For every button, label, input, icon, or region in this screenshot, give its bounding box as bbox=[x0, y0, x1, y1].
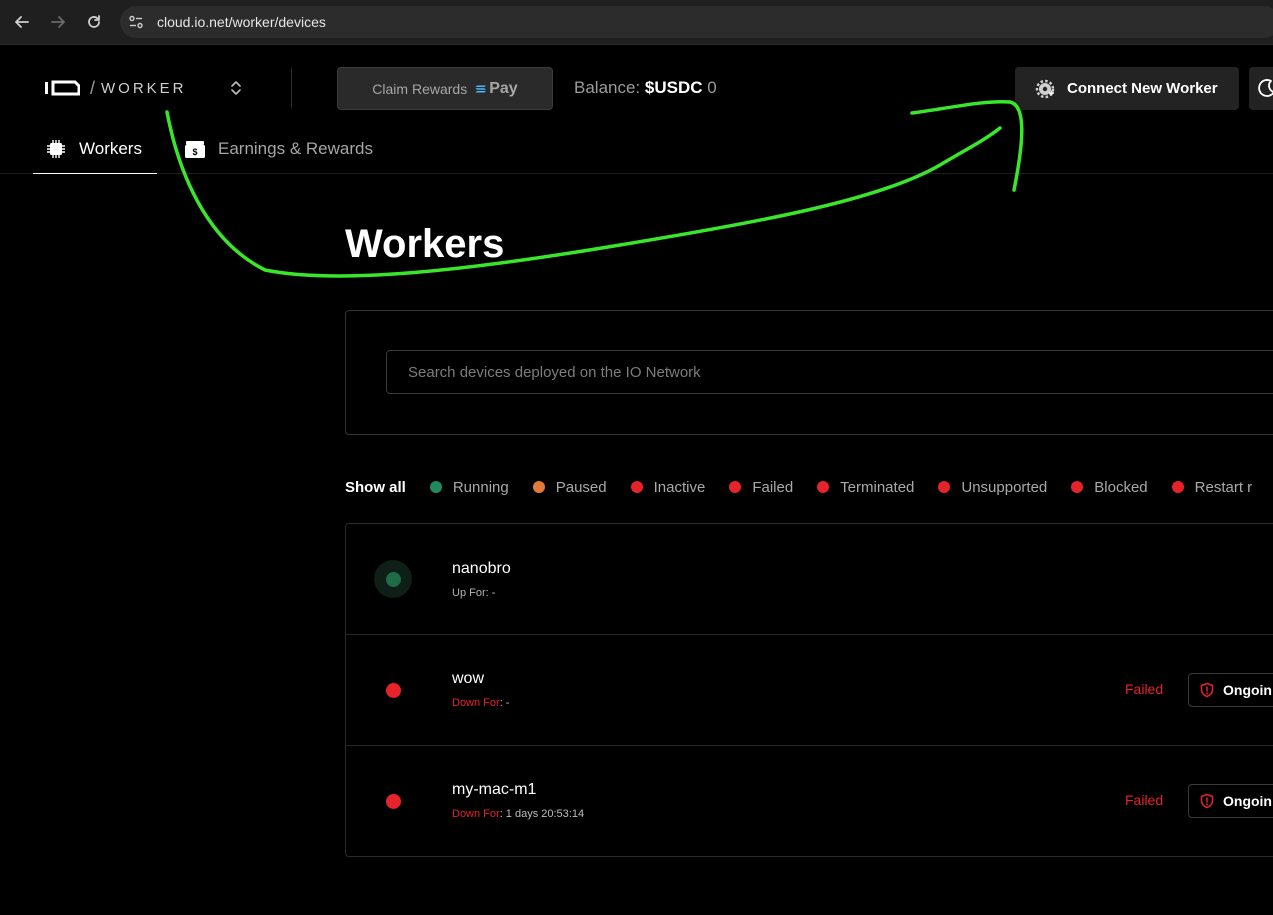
downtime-label: Down For bbox=[452, 808, 500, 820]
shield-alert-icon bbox=[1200, 793, 1214, 809]
page-title: Workers bbox=[345, 222, 505, 266]
reload-icon bbox=[88, 15, 100, 28]
device-name[interactable]: my-mac-m1 bbox=[452, 781, 536, 799]
device-list: nanobro Up For: - wow Down For: - Failed… bbox=[345, 523, 1273, 857]
address-bar[interactable]: cloud.io.net/worker/devices bbox=[120, 6, 1273, 38]
ongoing-label: Ongoin bbox=[1223, 682, 1272, 698]
solana-pay-logo: Pay bbox=[475, 79, 518, 98]
tab-workers[interactable]: Workers bbox=[33, 134, 157, 174]
reload-button[interactable] bbox=[83, 11, 105, 33]
device-uptime: Down For: 1 days 20:53:14 bbox=[452, 808, 584, 820]
filter-label: Restart r bbox=[1194, 478, 1253, 496]
pay-brand-text: Pay bbox=[489, 79, 518, 97]
filter-blocked[interactable]: Blocked bbox=[1071, 478, 1148, 496]
downtime-value: : 1 days 20:53:14 bbox=[499, 808, 585, 820]
balance: Balance: $USDC 0 bbox=[574, 78, 717, 98]
restart-status-dot bbox=[1171, 481, 1184, 493]
status-filter-bar: Show all Running Paused Inactive Failed … bbox=[345, 477, 1273, 497]
header-divider bbox=[291, 68, 292, 108]
logo-slash: / bbox=[90, 77, 96, 98]
downtime-label: Down For bbox=[452, 697, 500, 709]
ongoing-label: Ongoin bbox=[1223, 793, 1272, 809]
device-uptime: Down For: - bbox=[452, 697, 509, 709]
filter-restart[interactable]: Restart r bbox=[1171, 478, 1253, 496]
paused-status-dot bbox=[532, 481, 545, 493]
wallet-icon: $ bbox=[185, 141, 205, 158]
tab-workers-label: Workers bbox=[79, 139, 142, 158]
failed-status-dot bbox=[386, 683, 401, 698]
browser-toolbar: cloud.io.net/worker/devices bbox=[0, 0, 1273, 45]
filter-show-all[interactable]: Show all bbox=[345, 479, 406, 496]
downtime-value: : - bbox=[499, 697, 510, 709]
filter-inactive[interactable]: Inactive bbox=[630, 478, 706, 496]
device-status-label: Failed bbox=[1125, 792, 1164, 808]
io-logo-icon bbox=[45, 80, 80, 96]
claim-rewards-button[interactable]: Claim Rewards Pay bbox=[337, 67, 553, 110]
shield-alert-icon bbox=[1200, 682, 1214, 698]
search-input[interactable] bbox=[386, 350, 1273, 394]
solana-icon bbox=[475, 85, 487, 92]
connect-new-worker-button[interactable]: Connect New Worker bbox=[1015, 67, 1239, 110]
balance-label: Balance: bbox=[574, 78, 645, 97]
unsupported-status-dot bbox=[938, 481, 951, 493]
device-uptime: Up For: - bbox=[452, 587, 495, 599]
balance-currency: $USDC bbox=[644, 78, 703, 97]
filter-label: Terminated bbox=[840, 478, 915, 496]
ongoing-incident-button[interactable]: Ongoin bbox=[1188, 673, 1273, 707]
filter-terminated[interactable]: Terminated bbox=[817, 479, 914, 496]
filter-label: Blocked bbox=[1094, 478, 1148, 496]
terminated-status-dot bbox=[817, 481, 830, 493]
arrow-left-icon bbox=[15, 16, 29, 28]
filter-label: Paused bbox=[555, 478, 607, 496]
gear-plus-icon bbox=[1035, 79, 1055, 98]
filter-label: Unsupported bbox=[961, 478, 1048, 496]
search-card bbox=[345, 310, 1273, 435]
inactive-status-dot bbox=[630, 481, 643, 493]
forward-button[interactable] bbox=[47, 11, 69, 33]
failed-status-dot bbox=[386, 794, 401, 809]
moon-icon bbox=[1258, 79, 1273, 97]
svg-text:$: $ bbox=[192, 147, 197, 157]
page: cloud.io.net/worker/devices / WORKER Cla… bbox=[0, 0, 1273, 915]
filter-label: Running bbox=[452, 478, 509, 496]
filter-unsupported[interactable]: Unsupported bbox=[938, 479, 1047, 496]
device-row[interactable]: wow Down For: - Failed Ongoin bbox=[346, 635, 1273, 746]
device-row[interactable]: my-mac-m1 Down For: 1 days 20:53:14 Fail… bbox=[346, 746, 1273, 857]
arrow-right-icon bbox=[51, 16, 65, 28]
filter-failed[interactable]: Failed bbox=[729, 479, 793, 496]
connect-new-worker-label: Connect New Worker bbox=[1067, 80, 1218, 97]
filter-label: Inactive bbox=[653, 478, 706, 496]
theme-toggle-button[interactable] bbox=[1249, 67, 1273, 110]
filter-paused[interactable]: Paused bbox=[532, 478, 607, 496]
site-info-icon[interactable] bbox=[128, 14, 144, 30]
chip-icon bbox=[47, 140, 65, 158]
back-button[interactable] bbox=[11, 11, 33, 33]
tab-earnings-rewards[interactable]: $ Earnings & Rewards bbox=[184, 134, 373, 174]
balance-amount: 0 bbox=[707, 78, 717, 97]
tab-earnings-rewards-label: Earnings & Rewards bbox=[218, 139, 373, 158]
claim-rewards-label: Claim Rewards bbox=[372, 80, 468, 97]
device-name[interactable]: wow bbox=[452, 670, 484, 688]
uptime-label: Up For bbox=[452, 587, 486, 599]
running-status-dot bbox=[429, 481, 442, 493]
chevron-up-down-icon[interactable] bbox=[229, 79, 243, 97]
device-row[interactable]: nanobro Up For: - bbox=[346, 524, 1273, 635]
running-status-dot bbox=[386, 572, 401, 587]
ongoing-incident-button[interactable]: Ongoin bbox=[1188, 784, 1273, 818]
device-status-label: Failed bbox=[1125, 681, 1164, 697]
failed-status-dot bbox=[729, 481, 742, 493]
filter-label: Failed bbox=[752, 478, 794, 496]
logo-product-name: WORKER bbox=[101, 79, 187, 97]
io-worker-logo[interactable]: / WORKER bbox=[44, 78, 187, 98]
filter-running[interactable]: Running bbox=[429, 478, 509, 496]
url-text[interactable]: cloud.io.net/worker/devices bbox=[157, 14, 326, 30]
device-name[interactable]: nanobro bbox=[452, 560, 511, 578]
blocked-status-dot bbox=[1071, 481, 1084, 493]
uptime-value: : - bbox=[485, 587, 496, 599]
